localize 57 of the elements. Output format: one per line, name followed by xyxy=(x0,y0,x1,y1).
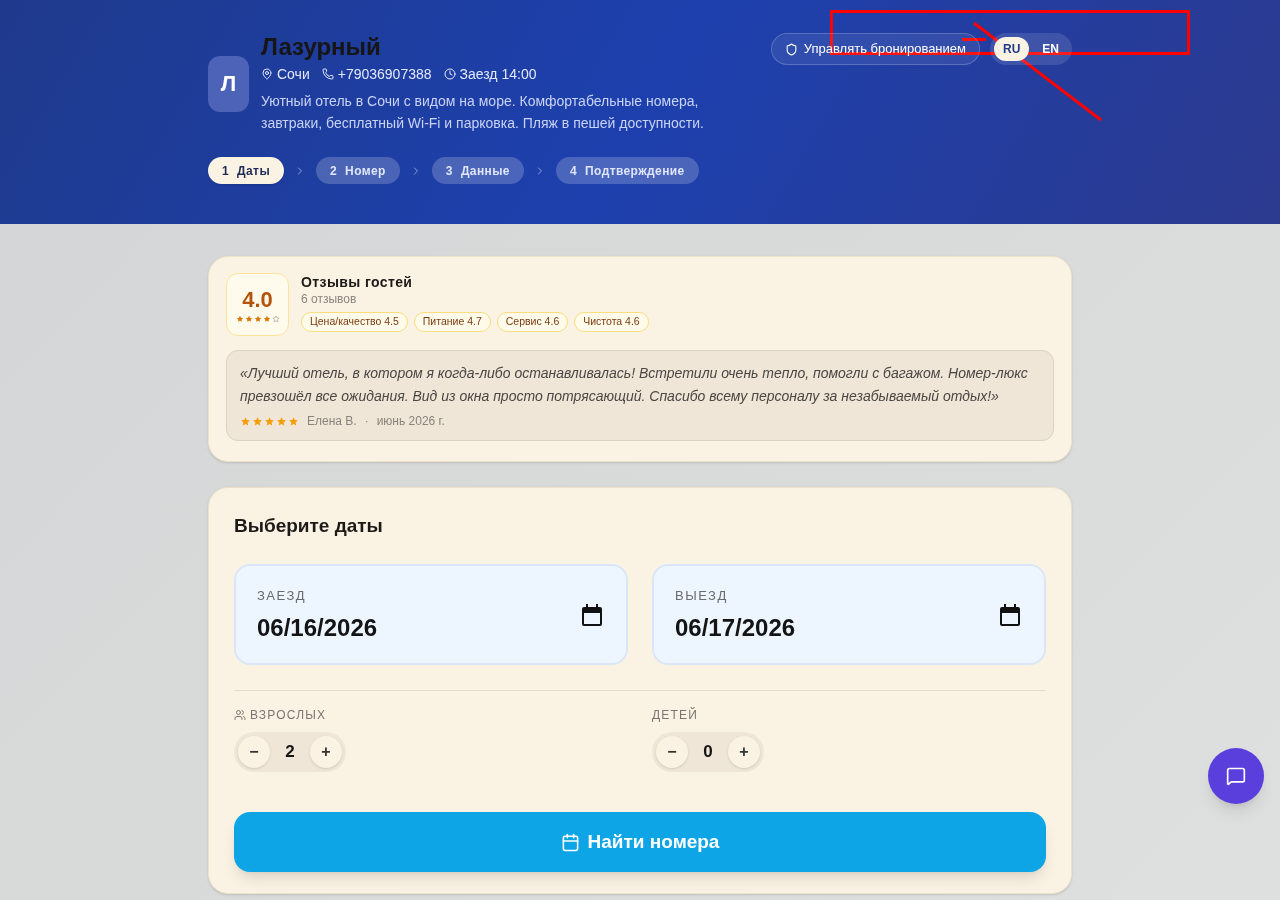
decrease-button[interactable]: − xyxy=(238,736,270,768)
separator-dot: · xyxy=(364,413,369,430)
chat-icon xyxy=(1226,766,1246,786)
guest-label: ВЗРОСЛЫХ xyxy=(250,707,327,723)
shield-icon xyxy=(784,42,798,56)
step-tab[interactable]: 3 Данные xyxy=(431,157,524,184)
hotel-description: Уютный отель в Сочи с видом на море. Комфортабельные номера, завтраки, бесплатный Wi-Fi и парковка. Пляж в пешей доступности. xyxy=(261,92,705,133)
date-value: 06/17/2026 xyxy=(675,612,796,643)
reviews-title: Отзывы гостей xyxy=(301,273,414,291)
category-score-chip: Цена/качество 4.5 xyxy=(301,312,408,332)
guest-count: 2 xyxy=(285,741,295,764)
step-tab[interactable]: 1 Даты xyxy=(208,157,285,184)
form-title: Выберите даты xyxy=(234,514,384,538)
star-icon xyxy=(253,314,262,323)
star-icon xyxy=(271,314,280,323)
guest-label: ДЕТЕЙ xyxy=(652,707,699,723)
guest-count: 0 xyxy=(703,741,713,764)
step-tab[interactable]: 2 Номер xyxy=(316,157,400,184)
star-icon xyxy=(235,314,244,323)
date-field[interactable]: ЗАЕЗД 06/16/2026 xyxy=(234,564,628,665)
date-value: 06/16/2026 xyxy=(257,612,378,643)
chat-button[interactable] xyxy=(1208,748,1264,804)
phone-icon xyxy=(321,68,334,80)
star-icon xyxy=(252,415,263,427)
hotel-phone: +79036907388 xyxy=(337,65,432,84)
checkin-time: Заезд 14:00 xyxy=(459,65,537,84)
review-author: Елена В. xyxy=(307,413,357,430)
decrease-button[interactable]: − xyxy=(656,736,688,768)
reviews-count: 6 отзывов xyxy=(301,291,358,307)
hotel-city: Сочи xyxy=(277,65,310,84)
date-field-label: ВЫЕЗД xyxy=(675,586,729,605)
category-score-chip: Чистота 4.6 xyxy=(574,312,649,332)
calendar-icon[interactable] xyxy=(582,603,602,626)
review-text: «Лучший отель, в котором я когда-либо останавливалась! Встретили очень тепло, помогли с багажом. Номер-люкс превзошёл все ожидания. Вид из окна просто потрясающий. Спасибо всему персоналу за незабываемый отдых!» xyxy=(240,364,1029,406)
date-field-label: ЗАЕЗД xyxy=(257,586,308,605)
calendar-icon[interactable] xyxy=(1000,603,1020,626)
increase-button[interactable]: + xyxy=(310,736,342,768)
step-tab[interactable]: 4 Подтверждение xyxy=(555,157,699,184)
people-icon xyxy=(234,709,246,721)
calendar-icon xyxy=(560,832,580,852)
increase-button[interactable]: + xyxy=(728,736,760,768)
date-field[interactable]: ВЫЕЗД 06/17/2026 xyxy=(652,564,1046,665)
category-score-chip: Питание 4.7 xyxy=(413,312,491,332)
category-score-chip: Сервис 4.6 xyxy=(496,312,569,332)
clock-icon xyxy=(443,68,456,80)
rating-score: 4.0 xyxy=(242,286,273,313)
star-icon xyxy=(288,415,299,427)
hotel-name: Лазурный xyxy=(261,33,382,61)
review-date: июнь 2026 г. xyxy=(376,413,445,430)
language-option[interactable]: RU xyxy=(994,37,1030,61)
location-pin-icon xyxy=(261,68,273,80)
star-icon xyxy=(276,415,287,427)
hotel-logo: Л xyxy=(208,55,249,112)
star-icon xyxy=(262,314,271,323)
star-icon xyxy=(264,415,275,427)
star-icon xyxy=(240,415,251,427)
star-icon xyxy=(244,314,253,323)
